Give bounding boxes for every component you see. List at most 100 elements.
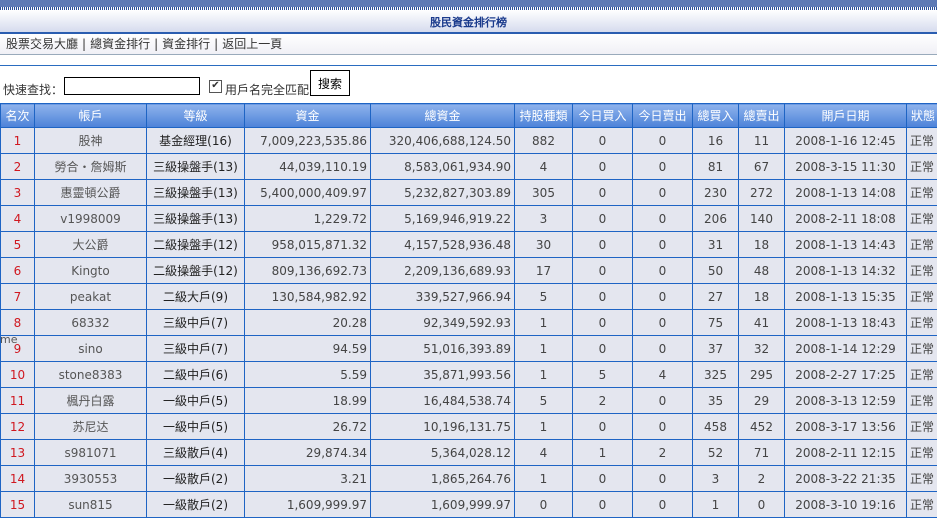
status-cell: 正常 xyxy=(906,361,937,388)
table-row: 7 peakat 二級大戶(9) 130,584,982.92 339,527,966.… xyxy=(0,283,937,310)
nav-back[interactable]: 返回上一頁 xyxy=(222,37,282,51)
today-buy-cell: 0 xyxy=(572,205,633,232)
today-buy-cell: 0 xyxy=(572,153,633,180)
account-cell[interactable]: Kingto xyxy=(34,257,147,284)
open-date-cell: 2008-1-14 12:29 xyxy=(784,335,907,362)
nav-trading-hall[interactable]: 股票交易大廳 xyxy=(6,37,78,51)
account-cell[interactable]: 苏尼达 xyxy=(34,413,147,440)
today-sell-cell: 0 xyxy=(632,335,693,362)
level-cell: 三級散戶(4) xyxy=(146,439,245,466)
total-funds-cell: 5,232,827,303.89 xyxy=(370,179,515,206)
open-date-cell: 2008-1-13 18:43 xyxy=(784,309,907,336)
total-sell-cell: 272 xyxy=(738,179,785,206)
exact-match-checkbox[interactable]: ✔ xyxy=(209,80,222,93)
total-funds-cell: 16,484,538.74 xyxy=(370,387,515,414)
rank-cell: 12 xyxy=(0,413,35,440)
total-sell-cell: 67 xyxy=(738,153,785,180)
funds-cell: 7,009,223,535.86 xyxy=(244,127,371,154)
total-sell-cell: 32 xyxy=(738,335,785,362)
open-date-cell: 2008-2-11 12:15 xyxy=(784,439,907,466)
holdings-cell: 4 xyxy=(514,439,573,466)
funds-cell: 3.21 xyxy=(244,465,371,492)
column-header: 資金 xyxy=(244,103,371,128)
account-cell[interactable]: 68332 xyxy=(34,309,147,336)
open-date-cell: 2008-3-10 19:16 xyxy=(784,491,907,518)
account-cell[interactable]: s981071 xyxy=(34,439,147,466)
today-buy-cell: 0 xyxy=(572,257,633,284)
total-funds-cell: 5,364,028.12 xyxy=(370,439,515,466)
search-button[interactable]: 搜索 xyxy=(310,70,350,96)
account-cell[interactable]: 股神 xyxy=(34,127,147,154)
table-row: 5 大公爵 二級操盤手(12) 958,015,871.32 4,157,528,936… xyxy=(0,231,937,258)
today-sell-cell: 0 xyxy=(632,387,693,414)
open-date-cell: 2008-1-16 12:45 xyxy=(784,127,907,154)
open-date-cell: 2008-1-13 14:08 xyxy=(784,179,907,206)
total-buy-cell: 1 xyxy=(692,491,739,518)
holdings-cell: 1 xyxy=(514,309,573,336)
funds-cell: 44,039,110.19 xyxy=(244,153,371,180)
table-row: 1 股神 基金經理(16) 7,009,223,535.86 320,406,688,1… xyxy=(0,127,937,154)
account-cell[interactable]: 大公爵 xyxy=(34,231,147,258)
funds-cell: 29,874.34 xyxy=(244,439,371,466)
total-funds-cell: 35,871,993.56 xyxy=(370,361,515,388)
total-sell-cell: 140 xyxy=(738,205,785,232)
rank-cell: 1 xyxy=(0,127,35,154)
table-row: 3 惠靈頓公爵 三級操盤手(13) 5,400,000,409.97 5,232,827… xyxy=(0,179,937,206)
account-cell[interactable]: sun815 xyxy=(34,491,147,518)
today-buy-cell: 2 xyxy=(572,387,633,414)
total-buy-cell: 230 xyxy=(692,179,739,206)
open-date-cell: 2008-1-13 15:35 xyxy=(784,283,907,310)
total-funds-cell: 1,865,264.76 xyxy=(370,465,515,492)
total-sell-cell: 11 xyxy=(738,127,785,154)
status-cell: 正常 xyxy=(906,387,937,414)
nav-total-funds-rank[interactable]: 總資金排行 xyxy=(90,37,150,51)
total-buy-cell: 35 xyxy=(692,387,739,414)
level-cell: 二級大戶(9) xyxy=(146,283,245,310)
search-input[interactable] xyxy=(64,77,200,95)
today-sell-cell: 0 xyxy=(632,283,693,310)
account-cell[interactable]: 惠靈頓公爵 xyxy=(34,179,147,206)
holdings-cell: 305 xyxy=(514,179,573,206)
today-sell-cell: 0 xyxy=(632,127,693,154)
funds-cell: 1,609,999.97 xyxy=(244,491,371,518)
today-buy-cell: 0 xyxy=(572,335,633,362)
total-funds-cell: 320,406,688,124.50 xyxy=(370,127,515,154)
today-sell-cell: 0 xyxy=(632,231,693,258)
status-cell: 正常 xyxy=(906,257,937,284)
funds-cell: 5,400,000,409.97 xyxy=(244,179,371,206)
account-cell[interactable]: peakat xyxy=(34,283,147,310)
level-cell: 三級操盤手(13) xyxy=(146,179,245,206)
holdings-cell: 5 xyxy=(514,387,573,414)
level-cell: 三級中戶(7) xyxy=(146,335,245,362)
table-row: 12 苏尼达 一級中戶(5) 26.72 10,196,131.75 1 0 0 458 452 2… xyxy=(0,413,937,440)
account-cell[interactable]: stone8383 xyxy=(34,361,147,388)
total-funds-cell: 92,349,592.93 xyxy=(370,309,515,336)
status-cell: 正常 xyxy=(906,205,937,232)
rank-cell: 11 xyxy=(0,387,35,414)
rank-cell: 4 xyxy=(0,205,35,232)
level-cell: 一級散戶(2) xyxy=(146,465,245,492)
table-row: 10 stone8383 二級中戶(6) 5.59 35,871,993.56 1 5 4 32… xyxy=(0,361,937,388)
total-sell-cell: 41 xyxy=(738,309,785,336)
account-cell[interactable]: v1998009 xyxy=(34,205,147,232)
status-cell: 正常 xyxy=(906,335,937,362)
level-cell: 二級操盤手(12) xyxy=(146,257,245,284)
total-buy-cell: 3 xyxy=(692,465,739,492)
status-cell: 正常 xyxy=(906,231,937,258)
funds-cell: 809,136,692.73 xyxy=(244,257,371,284)
today-sell-cell: 0 xyxy=(632,153,693,180)
rank-cell: 15 xyxy=(0,491,35,518)
today-buy-cell: 0 xyxy=(572,127,633,154)
nav-funds-rank[interactable]: 資金排行 xyxy=(162,37,210,51)
total-buy-cell: 50 xyxy=(692,257,739,284)
account-cell[interactable]: 3930553 xyxy=(34,465,147,492)
account-cell[interactable]: 楓丹白露 xyxy=(34,387,147,414)
today-sell-cell: 0 xyxy=(632,465,693,492)
open-date-cell: 2008-1-13 14:32 xyxy=(784,257,907,284)
rank-cell: 2 xyxy=(0,153,35,180)
today-sell-cell: 0 xyxy=(632,179,693,206)
account-cell[interactable]: 勞合・詹姆斯 xyxy=(34,153,147,180)
funds-cell: 5.59 xyxy=(244,361,371,388)
account-cell[interactable]: sino xyxy=(34,335,147,362)
total-sell-cell: 48 xyxy=(738,257,785,284)
